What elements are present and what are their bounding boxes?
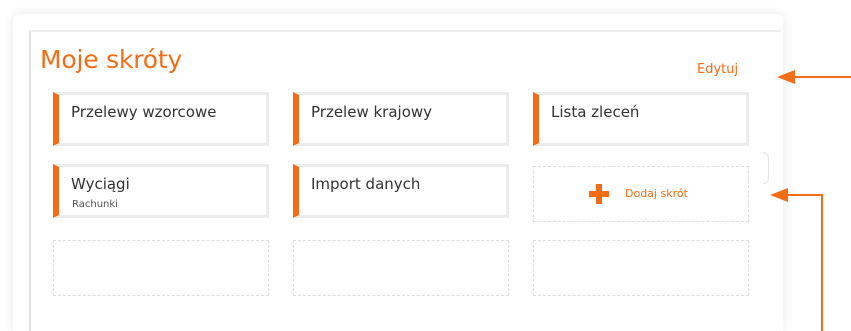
add-shortcut-button[interactable]: Dodaj skrót bbox=[533, 166, 749, 222]
page-stage: Moje skróty Edytuj Przelewy wzorcowe Prz… bbox=[0, 0, 851, 331]
shortcut-tile-lista-zlecen[interactable]: Lista zleceń bbox=[533, 92, 749, 146]
panel-scroll-handle[interactable] bbox=[763, 152, 769, 184]
shortcut-tile-przelewy-wzorcowe[interactable]: Przelewy wzorcowe bbox=[53, 92, 269, 146]
add-shortcut-label: Dodaj skrót bbox=[625, 187, 688, 200]
empty-shortcut-slot bbox=[293, 240, 509, 296]
shortcut-tile-title: Przelew krajowy bbox=[311, 103, 433, 121]
shortcut-tile-title: Wyciągi bbox=[71, 175, 130, 193]
empty-shortcut-slot bbox=[53, 240, 269, 296]
shortcut-tile-title: Przelewy wzorcowe bbox=[71, 103, 217, 121]
shortcut-tile-subtitle: Rachunki bbox=[72, 199, 118, 210]
edit-shortcuts-link[interactable]: Edytuj bbox=[697, 62, 738, 77]
plus-icon bbox=[589, 184, 609, 204]
shortcut-tile-title: Lista zleceń bbox=[551, 103, 640, 121]
shortcut-tile-przelew-krajowy[interactable]: Przelew krajowy bbox=[293, 92, 509, 146]
shortcut-tile-wyciagi[interactable]: Wyciągi Rachunki bbox=[53, 164, 269, 218]
page-title: Moje skróty bbox=[40, 45, 183, 74]
edit-pointer-arrow bbox=[777, 70, 851, 84]
shortcut-tile-import-danych[interactable]: Import danych bbox=[293, 164, 509, 218]
shortcut-tile-title: Import danych bbox=[311, 175, 421, 193]
empty-shortcut-slot bbox=[533, 240, 749, 296]
